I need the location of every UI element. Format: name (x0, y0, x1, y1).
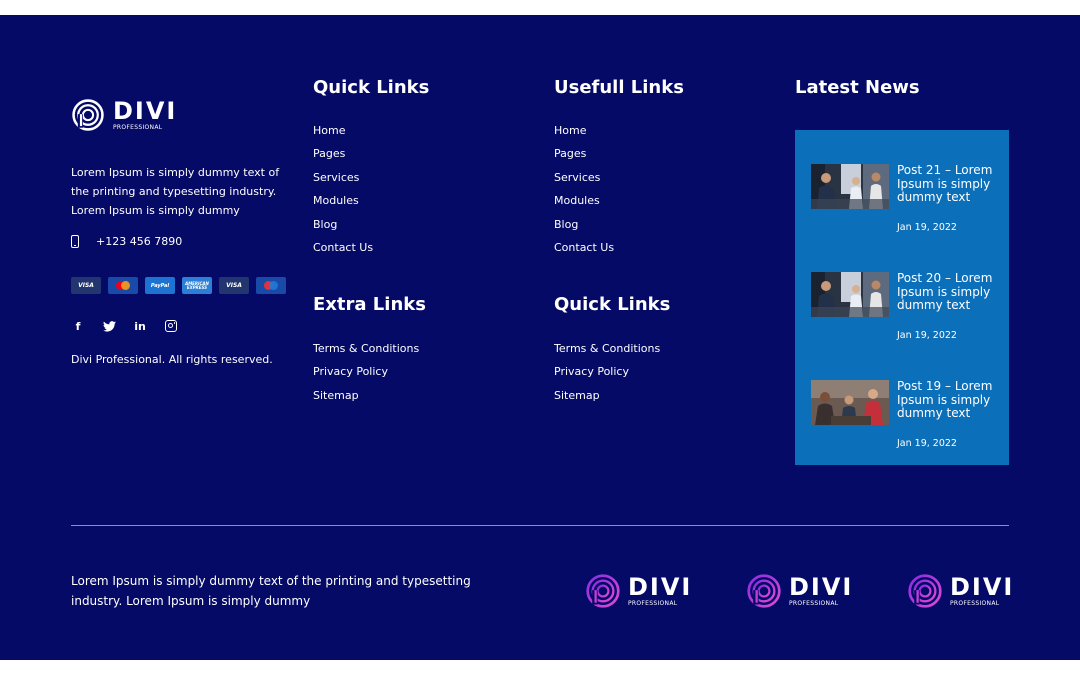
logo-word: DIVI (789, 573, 854, 601)
link-blog[interactable]: Blog (313, 218, 337, 231)
quick-links-list: Home Pages Services Modules Blog Contact… (313, 124, 429, 264)
link-pages[interactable]: Pages (554, 147, 586, 160)
divi-logo[interactable]: DIVI PROFESSIONAL (907, 573, 1014, 609)
paypal-icon: PayPal (145, 277, 175, 294)
post-title[interactable]: Post 21 – Lorem Ipsum is simply dummy te… (897, 163, 999, 205)
useful-links-list: Home Pages Services Modules Blog Contact… (554, 124, 684, 264)
brand-description: Lorem Ipsum is simply dummy text of the … (71, 166, 280, 217)
linkedin-icon[interactable]: in (133, 319, 147, 333)
divi-logo-mark-icon (72, 99, 104, 131)
link-home[interactable]: Home (313, 124, 345, 137)
social-links: f in (71, 319, 178, 333)
copyright-text: Divi Professional. All rights reserved. (71, 353, 273, 366)
post-thumbnail-image[interactable] (811, 272, 889, 317)
post-date: Jan 19, 2022 (897, 222, 957, 233)
facebook-icon[interactable]: f (71, 319, 85, 333)
quick-links-2-title: Quick Links (554, 294, 671, 315)
logo-word: DIVI (950, 573, 1015, 601)
mastercard-icon (108, 277, 138, 294)
link-blog[interactable]: Blog (554, 218, 578, 231)
link-terms-conditions[interactable]: Terms & Conditions (554, 342, 660, 355)
phone-number: +123 456 7890 (96, 235, 183, 248)
link-contact-us[interactable]: Contact Us (554, 241, 614, 254)
extra-links-title: Extra Links (313, 294, 426, 315)
link-sitemap[interactable]: Sitemap (554, 389, 600, 402)
logo-subtitle: PROFESSIONAL (950, 600, 1000, 607)
visa-icon: VISA (71, 277, 101, 294)
logo-subtitle: PROFESSIONAL (789, 600, 839, 607)
divi-logo-mark-icon (908, 574, 942, 608)
quick-links-title: Quick Links (313, 77, 430, 98)
post-title[interactable]: Post 19 – Lorem Ipsum is simply dummy te… (897, 379, 999, 421)
twitter-icon[interactable] (102, 319, 116, 333)
footer: DIVI PROFESSIONAL Lorem Ipsum is simply … (0, 15, 1080, 660)
phone-icon (71, 235, 79, 248)
divi-logo[interactable]: DIVI PROFESSIONAL (71, 97, 291, 133)
useful-links-column: Usefull Links Home Pages Services Module… (554, 77, 684, 264)
logo-subtitle: PROFESSIONAL (113, 124, 163, 131)
quick-links-column: Quick Links Home Pages Services Modules … (313, 77, 429, 264)
quick-links-2-list: Terms & Conditions Privacy Policy Sitema… (554, 342, 670, 412)
visa-icon: VISA (219, 277, 249, 294)
link-pages[interactable]: Pages (313, 147, 345, 160)
divi-logo-mark-icon (747, 574, 781, 608)
divi-logo[interactable]: DIVI PROFESSIONAL (746, 573, 853, 609)
post-thumbnail-image[interactable] (811, 380, 889, 425)
link-services[interactable]: Services (554, 171, 600, 184)
link-contact-us[interactable]: Contact Us (313, 241, 373, 254)
post-title[interactable]: Post 20 – Lorem Ipsum is simply dummy te… (897, 271, 999, 313)
post-thumbnail-image[interactable] (811, 164, 889, 209)
link-modules[interactable]: Modules (554, 194, 600, 207)
latest-news-title: Latest News (795, 77, 920, 98)
instagram-icon[interactable] (164, 319, 178, 333)
post-date: Jan 19, 2022 (897, 330, 957, 341)
quick-links-2-column: Quick Links Terms & Conditions Privacy P… (554, 294, 670, 412)
payment-methods: VISA PayPal AMERICAN EXPRESS VISA (71, 277, 286, 294)
extra-links-column: Extra Links Terms & Conditions Privacy P… (313, 294, 426, 412)
link-terms-conditions[interactable]: Terms & Conditions (313, 342, 419, 355)
latest-news-panel: Post 21 – Lorem Ipsum is simply dummy te… (795, 130, 1009, 465)
logo-subtitle: PROFESSIONAL (628, 600, 678, 607)
logo-word: DIVI (628, 573, 693, 601)
brand-column: DIVI PROFESSIONAL Lorem Ipsum is simply … (71, 97, 291, 366)
link-privacy-policy[interactable]: Privacy Policy (554, 365, 629, 378)
maestro-icon (256, 277, 286, 294)
post-date: Jan 19, 2022 (897, 438, 957, 449)
link-privacy-policy[interactable]: Privacy Policy (313, 365, 388, 378)
divi-logo[interactable]: DIVI PROFESSIONAL (585, 573, 692, 609)
extra-links-list: Terms & Conditions Privacy Policy Sitema… (313, 342, 426, 412)
phone-contact[interactable]: +123 456 7890 (71, 235, 182, 248)
logo-word: DIVI (113, 97, 178, 125)
link-sitemap[interactable]: Sitemap (313, 389, 359, 402)
footer-divider (71, 525, 1009, 526)
link-home[interactable]: Home (554, 124, 586, 137)
link-modules[interactable]: Modules (313, 194, 359, 207)
useful-links-title: Usefull Links (554, 77, 684, 98)
amex-icon: AMERICAN EXPRESS (182, 277, 212, 294)
divi-logo-mark-icon (586, 574, 620, 608)
bottom-description: Lorem Ipsum is simply dummy text of the … (71, 574, 471, 608)
link-services[interactable]: Services (313, 171, 359, 184)
